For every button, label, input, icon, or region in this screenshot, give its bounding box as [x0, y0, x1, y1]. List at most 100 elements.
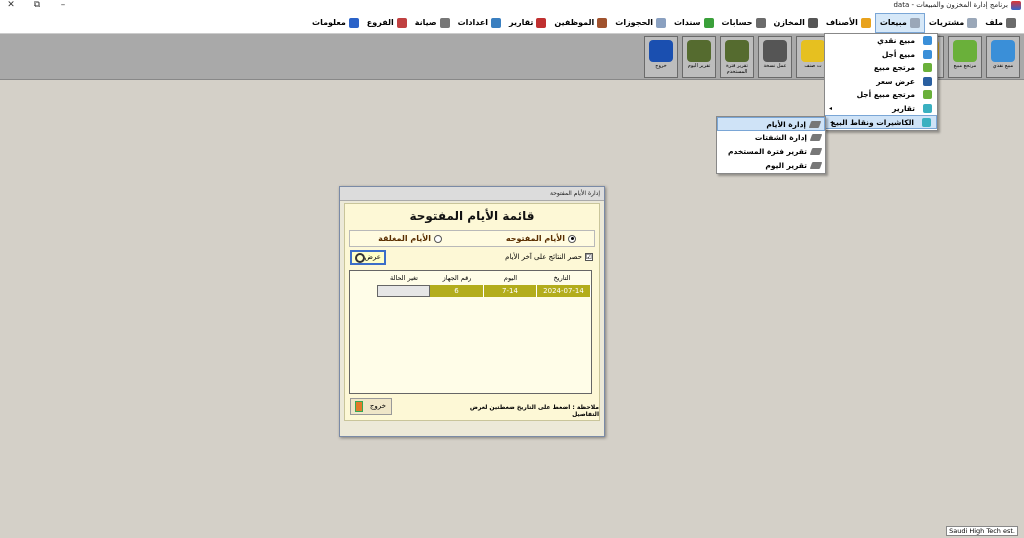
- sales-menu-item-label: الكاشيرات ونقاط البيع: [830, 118, 914, 127]
- app-icon: [1011, 1, 1021, 10]
- menu-accounts[interactable]: حسابات: [718, 13, 770, 33]
- exit-door-icon: [355, 401, 363, 412]
- settings-icon: [491, 17, 502, 28]
- accounts-icon: [755, 17, 766, 28]
- menu-info[interactable]: معلومات: [308, 13, 363, 33]
- toolbar-button-label: تقرير اليوم: [687, 63, 711, 69]
- menu-bookings[interactable]: الحجوزات: [611, 13, 670, 33]
- sales-menu-item-icon: [923, 36, 932, 45]
- cell-date[interactable]: 2024-07-14: [537, 285, 591, 297]
- exit-button[interactable]: خروج: [350, 398, 392, 415]
- menu-file[interactable]: ملف: [981, 13, 1020, 33]
- branches-icon: [396, 17, 407, 28]
- menu-vouchers[interactable]: سندات: [670, 13, 718, 33]
- cell-status[interactable]: [377, 285, 430, 297]
- limit-results-checkbox[interactable]: ☑ حصر النتائج على آخر الأيام: [505, 253, 593, 261]
- column-header-device[interactable]: رقم الجهاز: [430, 274, 484, 282]
- menu-items[interactable]: الأصناف: [822, 13, 875, 33]
- toolbar-button-8[interactable]: تقرير اليوم: [682, 36, 716, 78]
- menu-label: صيانة: [414, 18, 437, 27]
- menu-label: معلومات: [312, 18, 346, 27]
- sales-menu-item-label: مبيع نقدي: [877, 36, 915, 45]
- radio-open-days-label: الأيام المفتوحه: [505, 234, 565, 243]
- menu-label: الفروع: [366, 18, 394, 27]
- column-header-date[interactable]: التاريخ: [537, 274, 587, 282]
- menu-label: سندات: [673, 18, 701, 27]
- cell-day[interactable]: 7-14: [484, 285, 537, 297]
- menu-maintenance[interactable]: صيانة: [411, 13, 454, 33]
- cash-register-icon: [809, 162, 823, 169]
- menu-purchases[interactable]: مشتريات: [925, 13, 981, 33]
- toolbar-button-icon: [763, 40, 787, 62]
- toolbar-button-6[interactable]: عمل نسخة: [758, 36, 792, 78]
- sales-menu-item[interactable]: عرض سعر: [825, 75, 937, 89]
- menu-branches[interactable]: الفروع: [363, 13, 411, 33]
- toolbar-button-label: مبيع نقدي: [992, 63, 1014, 69]
- cashier-submenu-label: تقرير اليوم: [765, 161, 807, 170]
- show-button[interactable]: عرض: [350, 250, 386, 265]
- cashier-submenu-item[interactable]: إدارة الأيام: [717, 117, 825, 131]
- cashier-submenu-item[interactable]: إدارة الشفتات: [717, 131, 825, 145]
- sales-menu-item-label: تقارير: [892, 103, 915, 113]
- cashier-submenu-item[interactable]: تقرير فترة المستخدم: [717, 145, 825, 159]
- sales-menu-item[interactable]: مرتجع مبيع أجل: [825, 88, 937, 102]
- restore-window-button[interactable]: ⧉: [30, 0, 44, 10]
- sales-menu-item[interactable]: مبيع أجل: [825, 48, 937, 62]
- dialog-heading: قائمة الأيام المفتوحة: [409, 209, 535, 223]
- cash-register-icon: [808, 121, 822, 128]
- dialog-title: إدارة الأيام المفتوحة: [340, 187, 604, 201]
- menu-reports[interactable]: تقارير: [505, 13, 550, 33]
- submenu-arrow-icon: ◂: [829, 104, 833, 112]
- toolbar-button-icon: [649, 40, 673, 62]
- cash-register-icon: [809, 134, 823, 141]
- toolbar-button-icon: [953, 40, 977, 62]
- days-grid[interactable]: التاريخ اليوم رقم الجهاز تغير الحالة 202…: [349, 270, 592, 394]
- menu-bar: ملف مشتريات مبيعات الأصناف المخازن حسابات سندا…: [0, 12, 1024, 34]
- radio-open-days[interactable]: الأيام المفتوحه: [506, 234, 576, 243]
- sales-menu-item[interactable]: الكاشيرات ونقاط البيع ◂: [825, 115, 937, 129]
- limit-results-check-box[interactable]: ☑: [585, 253, 593, 261]
- info-icon: [348, 17, 359, 28]
- sales-menu-item-label: عرض سعر: [876, 76, 915, 86]
- magnifier-icon: [355, 253, 365, 263]
- toolbar-button-label: تقرير فترة المستخدم: [726, 63, 748, 75]
- sales-menu-item[interactable]: مرتجع مبيع: [825, 61, 937, 75]
- sales-menu-item[interactable]: تقارير ◂: [825, 102, 937, 116]
- open-days-dialog: إدارة الأيام المفتوحة قائمة الأيام المفت…: [339, 186, 605, 437]
- sales-menu-item-label: مرتجع مبيع: [873, 63, 915, 72]
- sales-menu-item-icon: [923, 90, 932, 99]
- reports-icon: [536, 17, 547, 28]
- sales-menu-item-icon: [923, 63, 932, 72]
- sales-dropdown-menu: مبيع نقدي مبيع أجل مرتجع مبيع عرض سعر مرتجع …: [824, 33, 938, 131]
- cashier-submenu: إدارة الأيام إدارة الشفتات تقرير فترة المس…: [716, 116, 826, 174]
- cell-device[interactable]: 6: [430, 285, 484, 297]
- sales-menu-item[interactable]: مبيع نقدي: [825, 34, 937, 48]
- minimize-window-button[interactable]: –: [56, 0, 70, 10]
- radio-closed-days[interactable]: الأيام المغلقة: [378, 234, 442, 243]
- menu-label: حسابات: [721, 18, 753, 27]
- menu-stores[interactable]: المخازن: [770, 13, 822, 33]
- radio-closed-days-circle[interactable]: [434, 234, 442, 243]
- toolbar-button-9[interactable]: خروج: [644, 36, 678, 78]
- stores-icon: [807, 17, 818, 28]
- menu-employees[interactable]: الموظفين: [550, 13, 611, 33]
- toolbar-button-0[interactable]: مبيع نقدي: [986, 36, 1020, 78]
- table-row[interactable]: 2024-07-14 7-14 6: [348, 285, 591, 297]
- menu-label: مشتريات: [928, 18, 965, 27]
- note-text: ملاحظة : اضغط على التاريخ ضغطتين لعرض ال…: [469, 404, 599, 418]
- toolbar-button-1[interactable]: مرتجع مبيع: [948, 36, 982, 78]
- grid-header: التاريخ اليوم رقم الجهاز تغير الحالة: [348, 274, 591, 284]
- radio-closed-days-label: الأيام المغلقة: [378, 234, 431, 243]
- cashier-submenu-item[interactable]: تقرير اليوم: [717, 159, 825, 173]
- purchases-icon: [967, 17, 978, 28]
- sales-menu-item-label: مبيع أجل: [881, 49, 915, 59]
- menu-label: الموظفين: [554, 18, 595, 27]
- column-header-status[interactable]: تغير الحالة: [378, 274, 430, 282]
- menu-settings[interactable]: اعدادات: [454, 13, 505, 33]
- close-window-button[interactable]: ✕: [4, 0, 18, 10]
- toolbar-button-7[interactable]: تقرير فترة المستخدم: [720, 36, 754, 78]
- menu-sales[interactable]: مبيعات: [874, 12, 925, 33]
- radio-open-days-circle[interactable]: [568, 234, 576, 243]
- column-header-day[interactable]: اليوم: [484, 274, 537, 282]
- title-bar: ✕ ⧉ – برنامج إدارة المخزون والمبيعات - d…: [0, 0, 1024, 12]
